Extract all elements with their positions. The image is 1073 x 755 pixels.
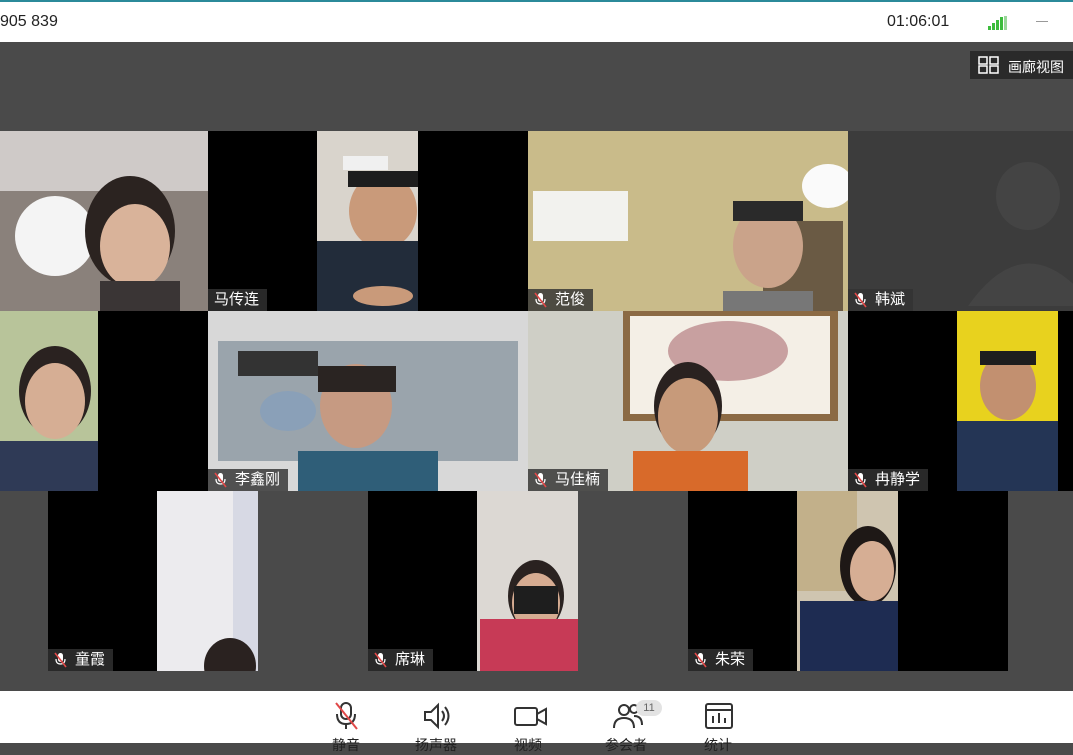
participant-name: 马佳楠 bbox=[555, 471, 601, 488]
video-tile-fan-jun[interactable]: 范俊 bbox=[528, 131, 848, 311]
participant-name-tag: 韩斌 bbox=[848, 289, 914, 311]
stats-icon bbox=[705, 703, 733, 729]
speaker-button[interactable]: 扬声器 bbox=[415, 699, 457, 753]
video-tile-zhu-rong[interactable]: 朱荣 bbox=[688, 491, 1008, 671]
stats-label: 统计 bbox=[704, 737, 732, 753]
participant-name: 冉静学 bbox=[875, 471, 921, 488]
minimize-button[interactable] bbox=[1036, 21, 1048, 22]
mic-muted-icon bbox=[54, 652, 67, 668]
video-feed bbox=[208, 311, 528, 491]
video-label: 视频 bbox=[514, 737, 542, 753]
video-tile-tong-xia[interactable]: 童霞 bbox=[48, 491, 258, 671]
avatar-placeholder bbox=[848, 131, 1073, 311]
mic-muted-icon bbox=[854, 472, 867, 488]
mute-button[interactable]: 静音 bbox=[326, 699, 366, 753]
video-feed bbox=[848, 311, 1073, 491]
video-tile-ma-chuanlian[interactable]: 马传连 bbox=[208, 131, 528, 311]
participant-name: 李鑫刚 bbox=[235, 471, 281, 488]
mic-muted-icon bbox=[335, 702, 358, 730]
video-tile-han-bin[interactable]: 韩斌 bbox=[848, 131, 1073, 311]
participant-name-tag: 席琳 bbox=[368, 649, 434, 671]
video-tile-unnamed-left[interactable] bbox=[0, 311, 208, 491]
participant-name-tag: 马传连 bbox=[208, 289, 268, 311]
participant-name-tag: 范俊 bbox=[528, 289, 594, 311]
meeting-toolbar: 静音 扬声器 视频 参会者 统计 bbox=[0, 691, 1073, 753]
mic-muted-icon bbox=[214, 472, 227, 488]
video-feed bbox=[528, 131, 848, 311]
participant-name: 席琳 bbox=[395, 651, 426, 668]
video-feed bbox=[208, 131, 528, 311]
participants-label: 参会者 bbox=[605, 737, 647, 753]
gallery-view-button[interactable]: 画廊视图 bbox=[970, 51, 1073, 79]
participant-name-tag: 李鑫刚 bbox=[208, 469, 289, 491]
participant-name-tag: 童霞 bbox=[48, 649, 114, 671]
participant-name-tag: 朱荣 bbox=[688, 649, 754, 671]
video-tile-ma-jianan[interactable]: 马佳楠 bbox=[528, 311, 848, 491]
video-feed bbox=[48, 491, 258, 671]
speaker-icon bbox=[424, 702, 450, 730]
mute-label: 静音 bbox=[332, 737, 360, 753]
camera-icon bbox=[514, 707, 547, 726]
video-tile-ran-jingxue[interactable]: 冉静学 bbox=[848, 311, 1073, 491]
gallery-view-label: 画廊视图 bbox=[1008, 59, 1064, 75]
grid-icon bbox=[978, 56, 999, 74]
title-bar: 905 839 01:06:01 bbox=[0, 0, 1073, 42]
participant-name: 范俊 bbox=[555, 291, 586, 308]
video-feed bbox=[528, 311, 848, 491]
video-tile-self[interactable] bbox=[0, 131, 208, 311]
video-feed bbox=[0, 311, 208, 491]
meeting-timer: 01:06:01 bbox=[887, 13, 950, 30]
participant-name: 韩斌 bbox=[875, 291, 906, 308]
video-feed bbox=[368, 491, 578, 671]
participant-name-tag: 马佳楠 bbox=[528, 469, 609, 491]
participants-count-badge: 11 bbox=[636, 700, 662, 716]
mic-muted-icon bbox=[534, 292, 547, 308]
meeting-id: 905 839 bbox=[0, 13, 58, 30]
video-feed bbox=[688, 491, 1008, 671]
participant-name-tag: 冉静学 bbox=[848, 469, 929, 491]
video-tile-xi-lin[interactable]: 席琳 bbox=[368, 491, 578, 671]
mic-muted-icon bbox=[374, 652, 387, 668]
mic-muted-icon bbox=[694, 652, 707, 668]
participant-name: 童霞 bbox=[75, 651, 106, 668]
mic-muted-icon bbox=[854, 292, 867, 308]
video-feed bbox=[0, 131, 208, 311]
video-tile-li-xingang[interactable]: 李鑫刚 bbox=[208, 311, 528, 491]
stats-button[interactable]: 统计 bbox=[698, 699, 738, 753]
participant-name: 朱荣 bbox=[715, 651, 746, 668]
speaker-label: 扬声器 bbox=[415, 737, 457, 753]
video-button[interactable]: 视频 bbox=[508, 699, 548, 753]
mic-muted-icon bbox=[534, 472, 547, 488]
signal-strength-icon bbox=[988, 16, 1007, 30]
participant-name: 马传连 bbox=[214, 291, 260, 308]
